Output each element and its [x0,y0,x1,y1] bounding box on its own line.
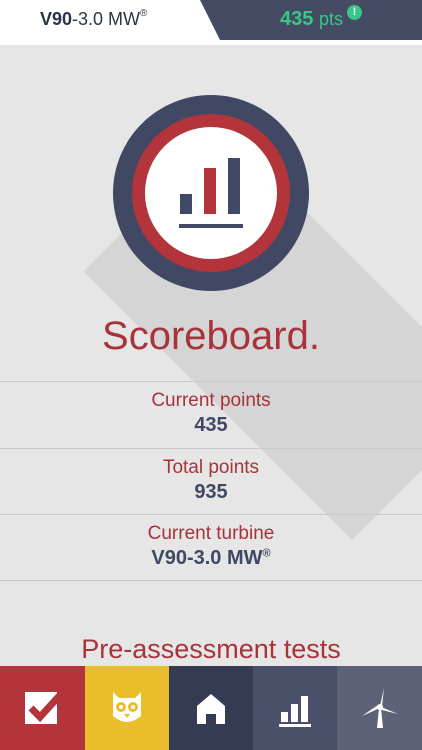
home-icon [197,694,225,724]
turbine-selector[interactable]: V90-3.0 MW® [0,0,220,40]
owl-icon [113,692,141,722]
header-divider [0,40,422,45]
stat-total-points: Total points 935 [0,448,422,515]
bar-chart-icon [180,158,244,214]
current-model: V90-3.0 MW® [40,8,148,29]
stat-label: Current points [151,390,271,411]
stat-value: V90-3.0 MW® [151,547,271,569]
tab-tests[interactable] [0,666,85,750]
stat-label: Total points [162,457,260,478]
bottom-nav [0,666,422,750]
stat-current-points: Current points 435 [0,381,422,448]
tab-scoreboard[interactable] [253,666,337,750]
section-heading: Pre-assessment tests [81,634,341,664]
scoreboard-icon [279,696,311,727]
notification-badge[interactable]: ! [347,5,362,20]
tab-home[interactable] [169,666,253,750]
page-title: Scoreboard. [102,314,320,358]
divider [0,580,422,581]
stat-label: Current turbine [147,523,275,544]
wind-turbine-icon [361,688,398,728]
chart-baseline [179,224,243,228]
tab-learn[interactable] [85,666,169,750]
stat-current-turbine: Current turbine V90-3.0 MW® [0,514,422,581]
stat-value: 935 [194,481,228,503]
checkbox-icon [24,691,63,724]
points-display[interactable]: 435 pts [280,8,343,31]
top-bar: V90-3.0 MW® 435 pts ! [0,0,422,40]
tab-turbines[interactable] [337,666,422,750]
stat-value: 435 [194,414,228,436]
